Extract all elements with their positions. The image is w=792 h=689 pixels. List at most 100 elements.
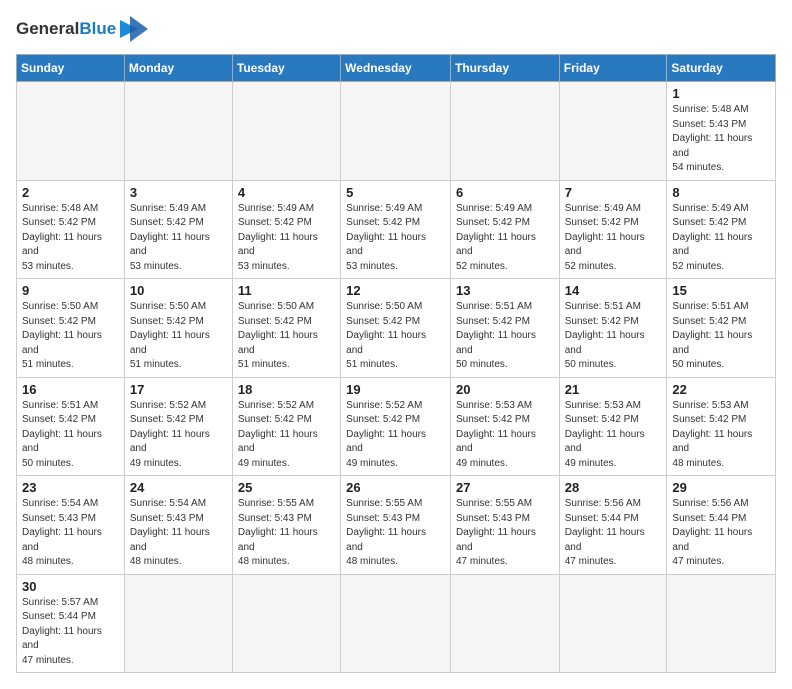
weekday-header-friday: Friday bbox=[559, 55, 667, 82]
day-info: Sunrise: 5:52 AMSunset: 5:42 PMDaylight:… bbox=[346, 399, 445, 472]
calendar-cell: 9Sunrise: 5:50 AMSunset: 5:42 PMDaylight… bbox=[17, 279, 125, 378]
day-number: 4 bbox=[238, 185, 335, 200]
day-info: Sunrise: 5:51 AMSunset: 5:42 PMDaylight:… bbox=[22, 399, 119, 472]
calendar-cell: 29 Sunrise: 5:56 AMSunset: 5:44 PMDayligh… bbox=[667, 476, 776, 575]
calendar-cell bbox=[559, 574, 667, 673]
calendar-cell: 13 Sunrise: 5:51 AMSunset: 5:42 PMDayligh… bbox=[450, 279, 559, 378]
calendar-cell: 2Sunrise: 5:48 AMSunset: 5:42 PMDaylight… bbox=[17, 180, 125, 279]
day-info: Sunrise: 5:55 AMSunset: 5:43 PMDaylight:… bbox=[456, 497, 554, 570]
day-info: Sunrise: 5:52 AMSunset: 5:42 PMDaylight:… bbox=[130, 399, 227, 472]
calendar-cell: 3Sunrise: 5:49 AMSunset: 5:42 PMDaylight… bbox=[124, 180, 232, 279]
calendar-cell bbox=[667, 574, 776, 673]
day-info: Sunrise: 5:50 AMSunset: 5:42 PMDaylight:… bbox=[346, 300, 445, 373]
calendar-cell: 15Sunrise: 5:51 AMSunset: 5:42 PMDayligh… bbox=[667, 279, 776, 378]
calendar-cell: 5 Sunrise: 5:49 AMSunset: 5:42 PMDaylight… bbox=[341, 180, 451, 279]
day-info: Sunrise: 5:49 AMSunset: 5:42 PMDaylight:… bbox=[672, 202, 770, 275]
day-info: Sunrise: 5:51 AMSunset: 5:42 PMDaylight:… bbox=[456, 300, 554, 373]
day-number: 8 bbox=[672, 185, 770, 200]
day-info: Sunrise: 5:56 AMSunset: 5:44 PMDaylight:… bbox=[565, 497, 662, 570]
day-number: 26 bbox=[346, 480, 445, 495]
weekday-header-row: SundayMondayTuesdayWednesdayThursdayFrid… bbox=[17, 55, 776, 82]
calendar-cell bbox=[450, 82, 559, 181]
calendar-cell: 24 Sunrise: 5:54 AMSunset: 5:43 PMDayligh… bbox=[124, 476, 232, 575]
calendar-week-6: 30Sunrise: 5:57 AMSunset: 5:44 PMDayligh… bbox=[17, 574, 776, 673]
day-number: 29 bbox=[672, 480, 770, 495]
day-info: Sunrise: 5:48 AMSunset: 5:43 PMDaylight:… bbox=[672, 103, 770, 176]
day-info: Sunrise: 5:53 AMSunset: 5:42 PMDaylight:… bbox=[672, 399, 770, 472]
weekday-header-thursday: Thursday bbox=[450, 55, 559, 82]
day-number: 24 bbox=[130, 480, 227, 495]
day-number: 13 bbox=[456, 283, 554, 298]
day-number: 20 bbox=[456, 382, 554, 397]
day-number: 6 bbox=[456, 185, 554, 200]
day-info: Sunrise: 5:51 AMSunset: 5:42 PMDaylight:… bbox=[565, 300, 662, 373]
calendar-body: 1 Sunrise: 5:48 AMSunset: 5:43 PMDaylight… bbox=[17, 82, 776, 673]
calendar-cell: 8 Sunrise: 5:49 AMSunset: 5:42 PMDaylight… bbox=[667, 180, 776, 279]
weekday-header-sunday: Sunday bbox=[17, 55, 125, 82]
day-info: Sunrise: 5:49 AMSunset: 5:42 PMDaylight:… bbox=[346, 202, 445, 275]
calendar-week-2: 2Sunrise: 5:48 AMSunset: 5:42 PMDaylight… bbox=[17, 180, 776, 279]
day-number: 5 bbox=[346, 185, 445, 200]
day-number: 15 bbox=[672, 283, 770, 298]
calendar-table: SundayMondayTuesdayWednesdayThursdayFrid… bbox=[16, 54, 776, 673]
day-info: Sunrise: 5:57 AMSunset: 5:44 PMDaylight:… bbox=[22, 596, 119, 669]
day-number: 19 bbox=[346, 382, 445, 397]
day-number: 11 bbox=[238, 283, 335, 298]
calendar-cell bbox=[232, 82, 340, 181]
calendar-cell: 11 Sunrise: 5:50 AMSunset: 5:42 PMDayligh… bbox=[232, 279, 340, 378]
day-number: 14 bbox=[565, 283, 662, 298]
day-info: Sunrise: 5:49 AMSunset: 5:42 PMDaylight:… bbox=[456, 202, 554, 275]
calendar-cell: 17 Sunrise: 5:52 AMSunset: 5:42 PMDayligh… bbox=[124, 377, 232, 476]
day-info: Sunrise: 5:56 AMSunset: 5:44 PMDaylight:… bbox=[672, 497, 770, 570]
day-info: Sunrise: 5:55 AMSunset: 5:43 PMDaylight:… bbox=[238, 497, 335, 570]
day-number: 10 bbox=[130, 283, 227, 298]
day-info: Sunrise: 5:49 AMSunset: 5:42 PMDaylight:… bbox=[130, 202, 227, 275]
day-info: Sunrise: 5:54 AMSunset: 5:43 PMDaylight:… bbox=[22, 497, 119, 570]
calendar-cell bbox=[341, 82, 451, 181]
day-number: 21 bbox=[565, 382, 662, 397]
day-number: 18 bbox=[238, 382, 335, 397]
day-info: Sunrise: 5:50 AMSunset: 5:42 PMDaylight:… bbox=[238, 300, 335, 373]
calendar-cell: 14 Sunrise: 5:51 AMSunset: 5:42 PMDayligh… bbox=[559, 279, 667, 378]
calendar-cell: 23 Sunrise: 5:54 AMSunset: 5:43 PMDayligh… bbox=[17, 476, 125, 575]
day-info: Sunrise: 5:50 AMSunset: 5:42 PMDaylight:… bbox=[130, 300, 227, 373]
weekday-header-monday: Monday bbox=[124, 55, 232, 82]
day-info: Sunrise: 5:49 AMSunset: 5:42 PMDaylight:… bbox=[238, 202, 335, 275]
day-info: Sunrise: 5:52 AMSunset: 5:42 PMDaylight:… bbox=[238, 399, 335, 472]
logo-icon bbox=[120, 16, 148, 42]
calendar-cell: 22 Sunrise: 5:53 AMSunset: 5:42 PMDayligh… bbox=[667, 377, 776, 476]
calendar-cell: 20 Sunrise: 5:53 AMSunset: 5:42 PMDayligh… bbox=[450, 377, 559, 476]
calendar-cell: 18 Sunrise: 5:52 AMSunset: 5:42 PMDayligh… bbox=[232, 377, 340, 476]
logo-blue: Blue bbox=[79, 19, 116, 38]
calendar-week-3: 9Sunrise: 5:50 AMSunset: 5:42 PMDaylight… bbox=[17, 279, 776, 378]
calendar-cell: 28 Sunrise: 5:56 AMSunset: 5:44 PMDayligh… bbox=[559, 476, 667, 575]
calendar-cell: 7Sunrise: 5:49 AMSunset: 5:42 PMDaylight… bbox=[559, 180, 667, 279]
day-number: 17 bbox=[130, 382, 227, 397]
day-number: 7 bbox=[565, 185, 662, 200]
day-number: 22 bbox=[672, 382, 770, 397]
calendar-cell: 12Sunrise: 5:50 AMSunset: 5:42 PMDayligh… bbox=[341, 279, 451, 378]
weekday-header-tuesday: Tuesday bbox=[232, 55, 340, 82]
day-info: Sunrise: 5:53 AMSunset: 5:42 PMDaylight:… bbox=[565, 399, 662, 472]
calendar-cell bbox=[341, 574, 451, 673]
calendar-cell bbox=[450, 574, 559, 673]
day-number: 16 bbox=[22, 382, 119, 397]
day-info: Sunrise: 5:53 AMSunset: 5:42 PMDaylight:… bbox=[456, 399, 554, 472]
calendar-cell: 27 Sunrise: 5:55 AMSunset: 5:43 PMDayligh… bbox=[450, 476, 559, 575]
day-number: 28 bbox=[565, 480, 662, 495]
calendar-cell: 10 Sunrise: 5:50 AMSunset: 5:42 PMDayligh… bbox=[124, 279, 232, 378]
calendar-cell bbox=[17, 82, 125, 181]
day-number: 1 bbox=[672, 86, 770, 101]
calendar-cell: 30Sunrise: 5:57 AMSunset: 5:44 PMDayligh… bbox=[17, 574, 125, 673]
logo-general: General bbox=[16, 19, 79, 38]
calendar-cell bbox=[124, 82, 232, 181]
day-info: Sunrise: 5:55 AMSunset: 5:43 PMDaylight:… bbox=[346, 497, 445, 570]
calendar-week-4: 16 Sunrise: 5:51 AMSunset: 5:42 PMDayligh… bbox=[17, 377, 776, 476]
day-number: 27 bbox=[456, 480, 554, 495]
day-info: Sunrise: 5:54 AMSunset: 5:43 PMDaylight:… bbox=[130, 497, 227, 570]
day-info: Sunrise: 5:50 AMSunset: 5:42 PMDaylight:… bbox=[22, 300, 119, 373]
calendar-week-1: 1 Sunrise: 5:48 AMSunset: 5:43 PMDaylight… bbox=[17, 82, 776, 181]
page-header: GeneralBlue bbox=[16, 16, 776, 42]
day-number: 23 bbox=[22, 480, 119, 495]
calendar-cell: 1 Sunrise: 5:48 AMSunset: 5:43 PMDaylight… bbox=[667, 82, 776, 181]
